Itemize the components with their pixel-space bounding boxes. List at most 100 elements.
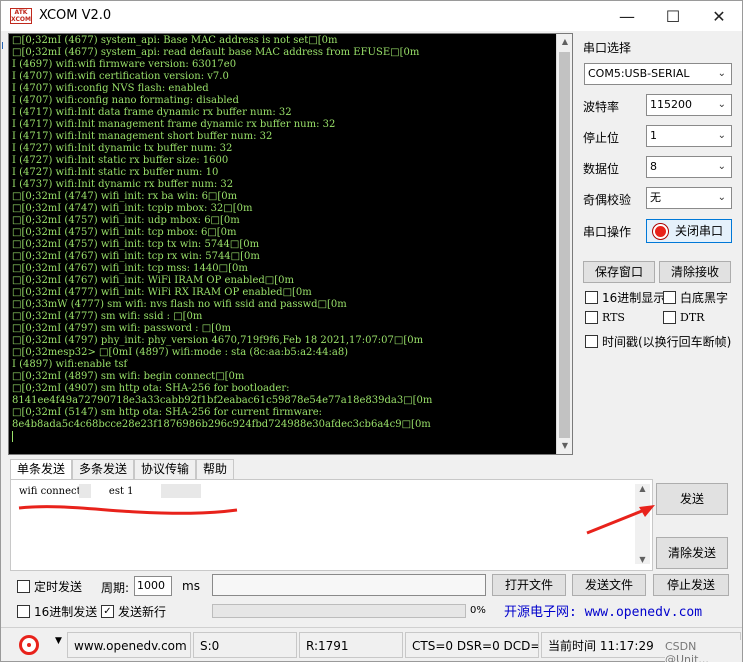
terminal-line: □[0;32mI (4777) wifi_init: WiFi RX IRAM …	[12, 287, 312, 298]
terminal-line: I (4707) wifi:config nano formating: dis…	[12, 95, 239, 106]
dtr-checkbox[interactable]: DTR	[663, 311, 704, 324]
rts-checkbox[interactable]: RTS	[585, 311, 625, 324]
checkbox-icon	[17, 605, 30, 618]
scroll-up-icon[interactable]: ▲	[635, 484, 650, 493]
tab-single-send[interactable]: 单条发送	[10, 459, 73, 480]
port-status-led-icon	[653, 224, 668, 239]
send-tabs: 单条发送 多条发送 协议传输 帮助	[10, 459, 235, 480]
status-bar: ▼ www.openedv.com S:0 R:1791 CTS=0 DSR=0…	[1, 627, 742, 662]
checkbox-icon	[585, 291, 598, 304]
xcom-window: ATK XCOM XCOM V2.0 — ☐ ✕ I □[0;32mI (467…	[0, 0, 743, 662]
power-icon[interactable]	[19, 635, 39, 655]
send-newline-label: 发送新行	[118, 605, 167, 619]
chevron-down-icon: ⌄	[717, 68, 726, 79]
hex-display-label: 16进制显示	[602, 291, 666, 305]
hex-send-checkbox[interactable]: 16进制发送	[17, 603, 97, 620]
ms-label: ms	[182, 579, 200, 593]
port-select-label: 串口选择	[583, 41, 632, 55]
terminal-line: I (4897) wifi:enable tsf	[12, 359, 128, 370]
left-edge-marker: I	[1, 41, 8, 441]
tab-protocol[interactable]: 协议传输	[134, 459, 197, 479]
scroll-up-icon[interactable]: ▲	[557, 34, 572, 50]
data-bits-select[interactable]: 8 ⌄	[646, 156, 732, 178]
tab-multi-send[interactable]: 多条发送	[72, 459, 135, 479]
terminal-line: □[0;32mI (4777) sm wifi: ssid : □[0m	[12, 311, 203, 322]
port-select[interactable]: COM5:USB-SERIAL ⌄	[584, 63, 732, 85]
scroll-thumb[interactable]	[559, 52, 570, 438]
data-bits-label: 数据位	[583, 162, 620, 176]
receive-terminal[interactable]: □[0;32mI (4677) system_api: Base MAC add…	[8, 33, 573, 455]
terminal-line: □[0;32mI (4757) wifi_init: udp mbox: 6□[…	[12, 215, 240, 226]
terminal-line: □[0;32mesp32> □[0mI (4897) wifi:mode : s…	[12, 347, 349, 358]
csdn-watermark: CSDN @Unit...	[665, 640, 742, 662]
red-underline-annotation	[18, 505, 238, 515]
red-arrow-annotation	[586, 505, 655, 535]
checkbox-icon	[585, 335, 598, 348]
baud-select-value: 115200	[650, 98, 692, 111]
tab-help[interactable]: 帮助	[196, 459, 235, 479]
parity-select[interactable]: 无 ⌄	[646, 187, 732, 209]
timed-send-label: 定时发送	[34, 580, 83, 594]
hex-display-checkbox[interactable]: 16进制显示	[585, 289, 665, 306]
period-label: 周期:	[101, 581, 130, 595]
terminal-line: I (4717) wifi:Init management frame dyna…	[12, 119, 336, 130]
status-signals: CTS=0 DSR=0 DCD=0	[405, 632, 539, 658]
maximize-button[interactable]: ☐	[650, 1, 696, 31]
baud-label: 波特率	[583, 100, 620, 114]
send-textarea[interactable]: wifi connect o est 1 29 ▲ ▼	[10, 479, 653, 571]
terminal-line: □[0;32mI (4747) wifi_init: rx ba win: 6□…	[12, 191, 238, 202]
stop-send-button[interactable]: 停止发送	[653, 574, 729, 596]
terminal-line: □[0;32mI (4907) sm http ota: SHA-256 for…	[12, 383, 290, 394]
timestamp-checkbox[interactable]: 时间戳(以换行回车断帧)	[585, 333, 731, 350]
period-input[interactable]: 1000	[134, 576, 172, 596]
atk-logo-icon: ATK XCOM	[10, 8, 32, 24]
terminal-line: 8141ee4f49a72790718e3a33cabb92f1bf2eabac…	[12, 395, 433, 406]
left-marker-text: I	[1, 41, 4, 52]
close-port-label: 关闭串口	[675, 224, 724, 238]
terminal-line: □[0;32mI (4677) system_api: read default…	[12, 47, 420, 58]
terminal-line: I (4717) wifi:Init management short buff…	[12, 131, 273, 142]
redaction-block	[79, 484, 91, 498]
stop-bits-select[interactable]: 1 ⌄	[646, 125, 732, 147]
dropdown-arrow-icon[interactable]: ▼	[55, 636, 62, 646]
send-button[interactable]: 发送	[656, 483, 728, 515]
terminal-line: □[0;32mI (4747) wifi_init: tcpip mbox: 3…	[12, 203, 253, 214]
send-text: wifi connect o est 1 29	[19, 486, 175, 497]
terminal-line: □[0;32mI (4897) sm wifi: begin connect□[…	[12, 371, 245, 382]
white-black-checkbox[interactable]: 白底黑字	[663, 289, 728, 306]
terminal-line: I (4717) wifi:Init data frame dynamic rx…	[12, 107, 292, 118]
minimize-button[interactable]: —	[604, 1, 650, 31]
send-file-button[interactable]: 发送文件	[572, 574, 646, 596]
terminal-scrollbar[interactable]: ▲ ▼	[556, 34, 572, 454]
clear-send-button[interactable]: 清除发送	[656, 537, 728, 569]
close-button[interactable]: ✕	[696, 1, 742, 31]
open-file-button[interactable]: 打开文件	[492, 574, 566, 596]
rts-label: RTS	[602, 311, 625, 324]
terminal-line: □[0;32mI (4677) system_api: Base MAC add…	[12, 35, 338, 46]
site-link[interactable]: 开源电子网: www.openedv.com	[504, 601, 702, 620]
scroll-down-icon[interactable]: ▼	[635, 555, 650, 564]
baud-select[interactable]: 115200 ⌄	[646, 94, 732, 116]
chevron-down-icon: ⌄	[717, 130, 726, 141]
white-black-label: 白底黑字	[680, 291, 729, 305]
status-url[interactable]: www.openedv.com	[67, 632, 191, 658]
send-progress-bar	[212, 604, 466, 618]
send-newline-checkbox[interactable]: ✓ 发送新行	[101, 603, 166, 620]
progress-text: 0%	[470, 605, 486, 616]
terminal-line: □[0;32mI (4767) wifi_init: tcp rx win: 5…	[12, 251, 260, 262]
parity-value: 无	[650, 191, 661, 204]
checkbox-icon	[663, 311, 676, 324]
scroll-down-icon[interactable]: ▼	[557, 438, 572, 454]
port-operation-label: 串口操作	[583, 225, 632, 239]
file-path-input[interactable]	[212, 574, 486, 596]
save-window-button[interactable]: 保存窗口	[583, 261, 655, 283]
redaction-block	[161, 484, 201, 498]
clear-receive-button[interactable]: 清除接收	[659, 261, 731, 283]
close-port-button[interactable]: 关闭串口	[646, 219, 732, 243]
terminal-line: □[0;32mI (4797) sm wifi: password : □[0m	[12, 323, 231, 334]
checkmark-icon: ✓	[101, 605, 114, 618]
status-sent-count: S:0	[193, 632, 297, 658]
timed-send-checkbox[interactable]: 定时发送	[17, 578, 82, 595]
terminal-line: I (4727) wifi:Init static rx buffer num:…	[12, 167, 219, 178]
terminal-line: □[0;32mI (5147) sm http ota: SHA-256 for…	[12, 407, 323, 418]
